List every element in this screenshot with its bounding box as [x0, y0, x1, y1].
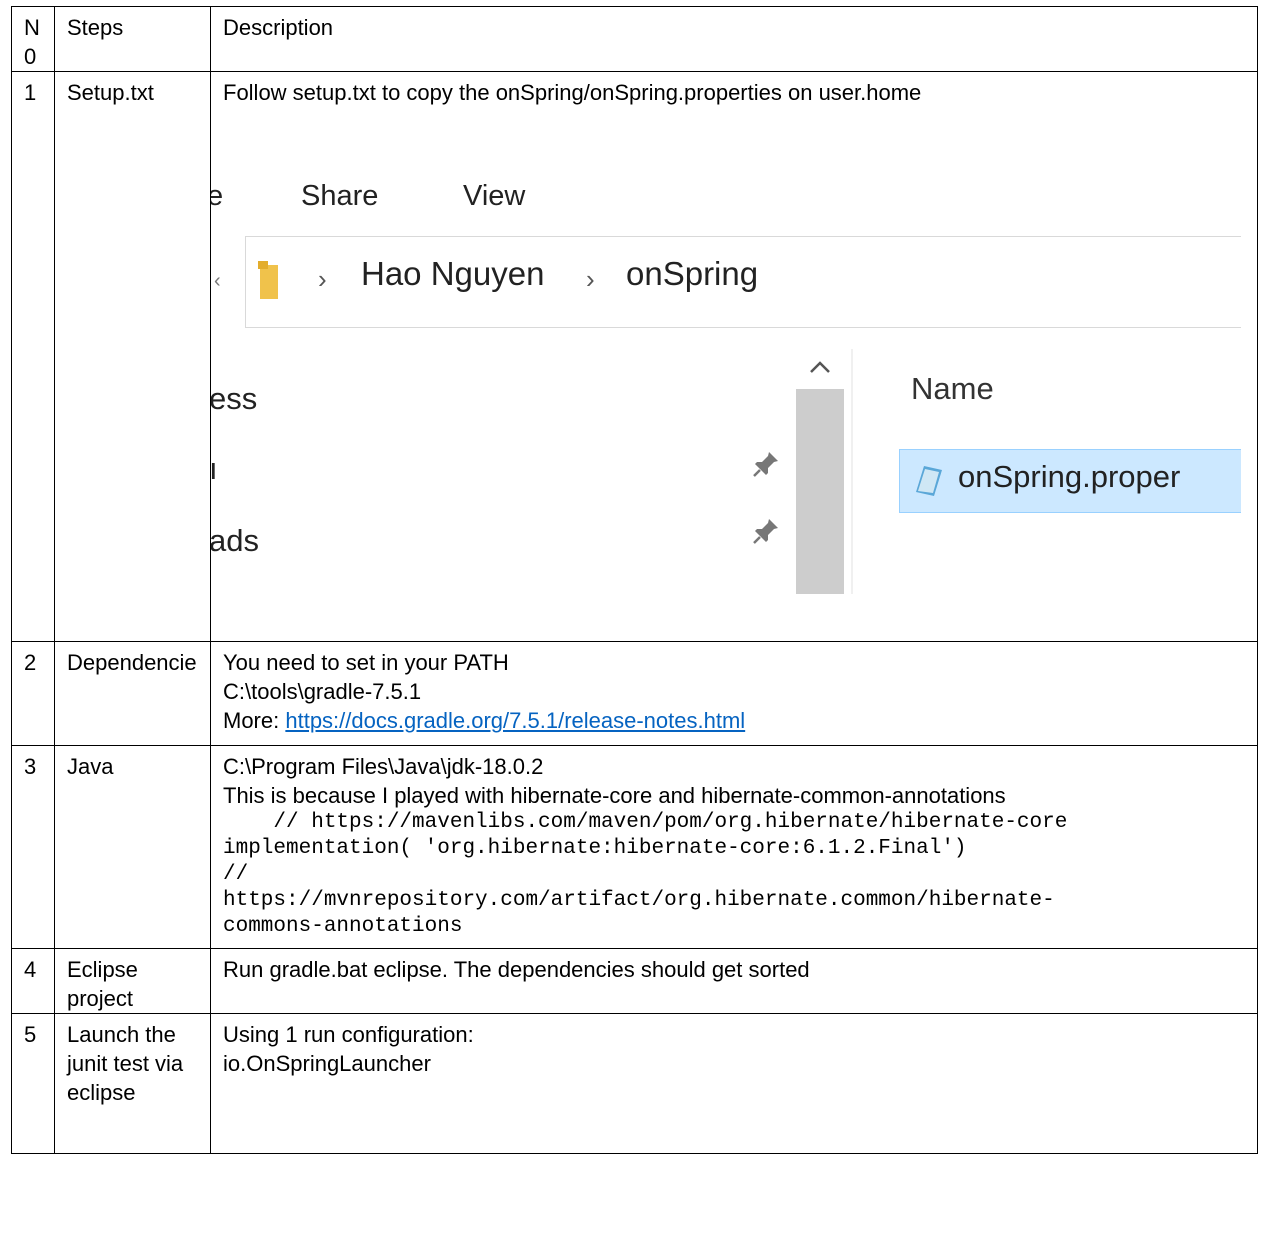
table-row: 3 Java C:\Program Files\Java\jdk-18.0.2 … — [11, 745, 1258, 949]
chevron-up-icon[interactable] — [808, 357, 832, 377]
row-description: C:\Program Files\Java\jdk-18.0.2 This is… — [210, 745, 1258, 949]
code-block: // https://mavenlibs.com/maven/pom/org.h… — [223, 811, 1068, 938]
column-header-name[interactable]: Name — [911, 373, 994, 404]
ribbon-tab-partial: e — [212, 182, 224, 211]
description-line: You need to set in your PATH — [223, 650, 509, 675]
description-line: Run gradle.bat eclipse. The dependencies… — [223, 957, 810, 982]
explorer-screenshot: e Share View ‹ › Hao Nguyen › onSpring e… — [211, 164, 1241, 594]
row-description: Follow setup.txt to copy the onSpring/on… — [210, 71, 1258, 642]
ribbon-tab-view[interactable]: View — [463, 182, 525, 211]
row-number: 2 — [11, 641, 55, 746]
header-no: N 0 — [11, 6, 55, 72]
nav-item-quick-access[interactable]: ess — [212, 383, 258, 414]
steps-table: N 0 Steps Description 1 Setup.txt Follow… — [11, 6, 1258, 1154]
header-description: Description — [210, 6, 1258, 72]
row-number: 1 — [11, 71, 55, 642]
row-step: Java — [54, 745, 211, 949]
properties-file-icon — [916, 466, 942, 496]
file-row-selected[interactable]: onSpring.proper — [899, 449, 1241, 513]
row-step: Eclipse project — [54, 948, 211, 1014]
more-label: More: — [223, 708, 286, 733]
description-line: io.OnSpringLauncher — [223, 1051, 431, 1076]
pin-icon[interactable] — [751, 516, 781, 546]
scrollbar-thumb[interactable] — [796, 389, 844, 594]
breadcrumb-onspring[interactable]: onSpring — [626, 257, 758, 290]
row-step: Setup.txt — [54, 71, 211, 642]
table-row: 4 Eclipse project Run gradle.bat eclipse… — [11, 948, 1258, 1014]
description-line: C:\Program Files\Java\jdk-18.0.2 — [223, 754, 544, 779]
gradle-release-notes-link[interactable]: https://docs.gradle.org/7.5.1/release-no… — [285, 708, 745, 733]
description-line: Using 1 run configuration: — [223, 1022, 474, 1047]
row-description: You need to set in your PATH C:\tools\gr… — [210, 641, 1258, 746]
row-step: Dependencie — [54, 641, 211, 746]
file-name: onSpring.proper — [958, 459, 1181, 494]
pane-divider[interactable] — [851, 349, 853, 594]
chevron-right-icon: › — [586, 264, 595, 294]
table-row: 1 Setup.txt Follow setup.txt to copy the… — [11, 71, 1258, 642]
description-line: Follow setup.txt to copy the onSpring/on… — [223, 80, 922, 105]
breadcrumb-hao-nguyen[interactable]: Hao Nguyen — [361, 257, 544, 290]
description-line: This is because I played with hibernate-… — [223, 783, 1006, 808]
chevron-right-icon: › — [318, 264, 327, 294]
ribbon-tab-share[interactable]: Share — [301, 182, 378, 211]
description-line: C:\tools\gradle-7.5.1 — [223, 679, 422, 704]
row-number: 4 — [11, 948, 55, 1014]
row-description: Run gradle.bat eclipse. The dependencies… — [210, 948, 1258, 1014]
address-bar[interactable]: ‹ › Hao Nguyen › onSpring — [214, 236, 1241, 328]
chevron-left-icon: ‹ — [214, 270, 221, 292]
folder-icon — [258, 261, 278, 299]
header-steps: Steps — [54, 6, 211, 72]
row-number: 3 — [11, 745, 55, 949]
description-line: More: https://docs.gradle.org/7.5.1/rele… — [223, 706, 1247, 735]
row-description: Using 1 run configuration: io.OnSpringLa… — [210, 1013, 1258, 1154]
nav-item-downloads[interactable]: ads — [212, 525, 259, 556]
row-number: 5 — [11, 1013, 55, 1154]
nav-scrollbar[interactable] — [796, 349, 844, 594]
table-header-row: N 0 Steps Description — [11, 6, 1258, 72]
table-row: 5 Launch the junit test via eclipse Usin… — [11, 1013, 1258, 1154]
row-step: Launch the junit test via eclipse — [54, 1013, 211, 1154]
pin-icon[interactable] — [751, 449, 781, 479]
table-row: 2 Dependencie You need to set in your PA… — [11, 641, 1258, 746]
nav-item-partial[interactable]: ı — [212, 453, 218, 484]
